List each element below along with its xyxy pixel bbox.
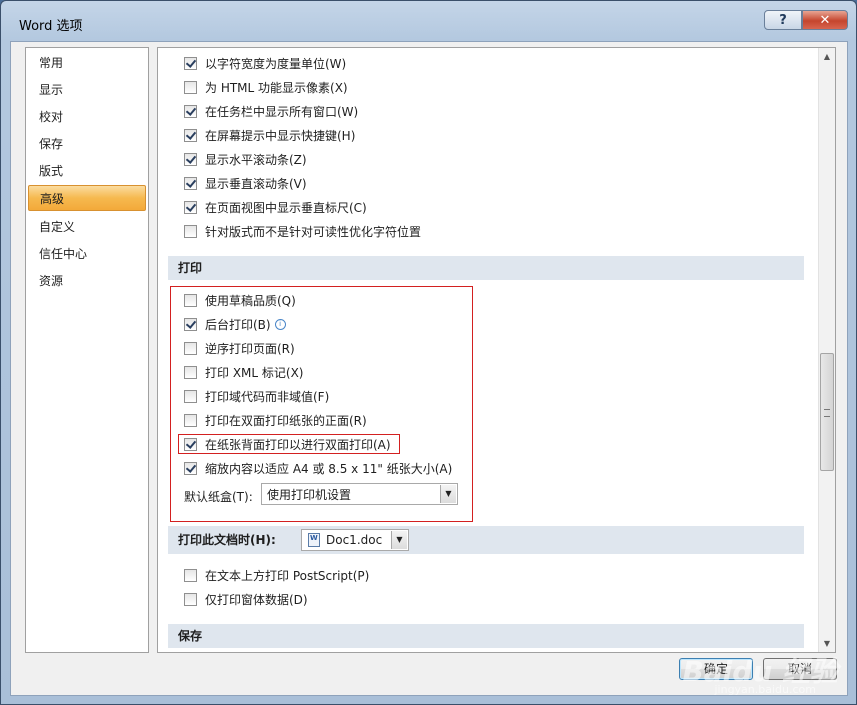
option-label: 以字符宽度为度量单位(W) — [205, 56, 347, 71]
nav-item-trust-center[interactable]: 信任中心 — [28, 241, 146, 267]
checkbox[interactable] — [184, 317, 197, 331]
checkbox[interactable] — [184, 128, 197, 142]
option-label: 针对版式而不是针对可读性优化字符位置 — [205, 224, 422, 239]
option-row[interactable]: 缩放内容以适应 A4 或 8.5 x 11" 纸张大小(A) — [184, 458, 452, 478]
option-label: 在页面视图中显示垂直标尺(C) — [205, 200, 367, 215]
print-section-header: 打印 — [168, 256, 804, 280]
option-label: 显示垂直滚动条(V) — [205, 176, 307, 191]
option-label: 在文本上方打印 PostScript(P) — [205, 568, 370, 583]
vertical-scrollbar[interactable]: ▲ ▼ — [818, 48, 835, 652]
option-row[interactable]: 在纸张背面打印以进行双面打印(A) — [184, 434, 391, 454]
chevron-down-icon[interactable]: ▼ — [391, 531, 407, 549]
option-row[interactable]: 在文本上方打印 PostScript(P) — [184, 565, 369, 585]
doc-select-value: Doc1.doc — [326, 533, 383, 547]
checkbox[interactable] — [184, 200, 197, 214]
option-label: 后台打印(B) — [205, 317, 271, 332]
option-label: 在纸张背面打印以进行双面打印(A) — [205, 437, 391, 452]
close-button[interactable]: ✕ — [802, 10, 848, 30]
option-label: 在任务栏中显示所有窗口(W) — [205, 104, 359, 119]
checkbox[interactable] — [184, 224, 197, 238]
checkbox[interactable] — [184, 176, 197, 190]
checkbox[interactable] — [184, 365, 197, 379]
tray-row: 默认纸盒(T): — [184, 486, 253, 506]
tray-label: 默认纸盒(T): — [184, 489, 253, 504]
title-bar[interactable]: Word 选项 ? ✕ — [1, 1, 856, 41]
option-row[interactable]: 以字符宽度为度量单位(W) — [184, 53, 346, 73]
option-row[interactable]: 打印域代码而非域值(F) — [184, 386, 329, 406]
nav-item-resources[interactable]: 资源 — [28, 268, 146, 294]
dialog-client: 常用 显示 校对 保存 版式 高级 自定义 信任中心 资源 以字符宽度为度量单位… — [10, 41, 848, 696]
option-label: 打印域代码而非域值(F) — [205, 389, 330, 404]
watermark-url: jingyan.baidu.com — [714, 683, 816, 696]
nav-item-save[interactable]: 保存 — [28, 131, 146, 157]
nav-item-customize[interactable]: 自定义 — [28, 214, 146, 240]
save-section-header: 保存 — [168, 624, 804, 648]
checkbox[interactable] — [184, 80, 197, 94]
checkbox[interactable] — [184, 461, 197, 475]
nav-item-proofing[interactable]: 校对 — [28, 104, 146, 130]
option-row[interactable]: 为 HTML 功能显示像素(X) — [184, 77, 348, 97]
print-doc-label: 打印此文档时(H): — [178, 533, 276, 547]
nav-item-display[interactable]: 显示 — [28, 77, 146, 103]
window-title: Word 选项 — [19, 19, 83, 34]
checkbox[interactable] — [184, 293, 197, 307]
option-label: 仅打印窗体数据(D) — [205, 592, 308, 607]
option-row[interactable]: 打印 XML 标记(X) — [184, 362, 303, 382]
help-button[interactable]: ? — [764, 10, 802, 30]
option-label: 使用草稿品质(Q) — [205, 293, 296, 308]
option-row[interactable]: 仅打印窗体数据(D) — [184, 589, 308, 609]
chevron-down-icon[interactable]: ▼ — [440, 485, 456, 503]
option-row[interactable]: 显示垂直滚动条(V) — [184, 173, 307, 193]
checkbox[interactable] — [184, 389, 197, 403]
option-row[interactable]: 在页面视图中显示垂直标尺(C) — [184, 197, 367, 217]
option-label: 打印 XML 标记(X) — [205, 365, 304, 380]
checkbox[interactable] — [184, 437, 197, 451]
option-row[interactable]: 使用草稿品质(Q) — [184, 290, 296, 310]
caption-buttons: ? ✕ — [764, 10, 848, 30]
nav-pane: 常用 显示 校对 保存 版式 高级 自定义 信任中心 资源 — [25, 47, 149, 653]
checkbox[interactable] — [184, 413, 197, 427]
option-label: 在屏幕提示中显示快捷键(H) — [205, 128, 356, 143]
option-label: 显示水平滚动条(Z) — [205, 152, 307, 167]
nav-item-common[interactable]: 常用 — [28, 50, 146, 76]
option-row[interactable]: 打印在双面打印纸张的正面(R) — [184, 410, 367, 430]
print-doc-section-header: 打印此文档时(H): — [168, 526, 804, 554]
doc-select[interactable]: Doc1.doc ▼ — [301, 529, 409, 551]
tray-select[interactable]: 使用打印机设置 ▼ — [261, 483, 458, 505]
checkbox[interactable] — [184, 592, 197, 606]
nav-item-advanced[interactable]: 高级 — [28, 185, 146, 211]
option-label: 缩放内容以适应 A4 或 8.5 x 11" 纸张大小(A) — [205, 461, 453, 476]
word-options-dialog: Word 选项 ? ✕ 常用 显示 校对 保存 版式 高级 自定义 信任中心 资… — [0, 0, 857, 705]
checkbox[interactable] — [184, 104, 197, 118]
tray-select-value: 使用打印机设置 — [267, 487, 352, 502]
option-row[interactable]: 针对版式而不是针对可读性优化字符位置 — [184, 221, 421, 241]
grip-icon — [824, 409, 830, 417]
checkbox[interactable] — [184, 152, 197, 166]
option-row[interactable]: 在屏幕提示中显示快捷键(H) — [184, 125, 355, 145]
scroll-up-icon[interactable]: ▲ — [819, 48, 835, 65]
option-label: 为 HTML 功能显示像素(X) — [205, 80, 348, 95]
option-row[interactable]: 在任务栏中显示所有窗口(W) — [184, 101, 358, 121]
info-icon: i — [274, 318, 286, 330]
word-document-icon — [308, 533, 320, 547]
option-label: 打印在双面打印纸张的正面(R) — [205, 413, 367, 428]
checkbox[interactable] — [184, 341, 197, 355]
nav-item-layout[interactable]: 版式 — [28, 158, 146, 184]
option-row[interactable]: 后台打印(B) i — [184, 314, 286, 334]
options-content: 以字符宽度为度量单位(W) 为 HTML 功能显示像素(X) 在任务栏中显示所有… — [157, 47, 836, 653]
checkbox[interactable] — [184, 568, 197, 582]
option-row[interactable]: 显示水平滚动条(Z) — [184, 149, 307, 169]
scrollbar-thumb[interactable] — [820, 353, 834, 471]
checkbox[interactable] — [184, 56, 197, 70]
option-label: 逆序打印页面(R) — [205, 341, 295, 356]
option-row[interactable]: 逆序打印页面(R) — [184, 338, 295, 358]
